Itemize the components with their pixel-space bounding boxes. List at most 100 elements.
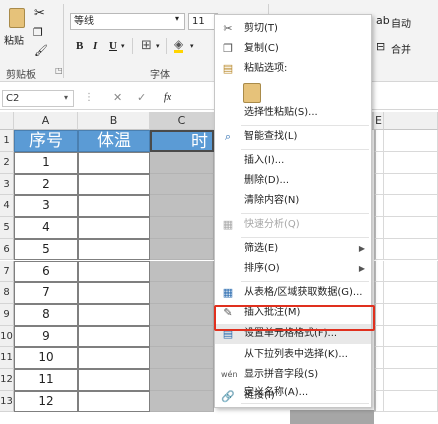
row-header-3[interactable]: 3 [0, 173, 14, 196]
paste-option-button[interactable] [243, 83, 261, 103]
seq-cell[interactable]: 3 [14, 195, 78, 218]
seq-cell[interactable]: 12 [14, 390, 78, 413]
seq-cell[interactable]: 8 [14, 303, 78, 326]
column-header-a[interactable]: A [14, 112, 78, 130]
temp-cell[interactable] [78, 260, 150, 283]
temp-cell[interactable] [78, 173, 150, 196]
row-header-10[interactable]: 10 [0, 325, 14, 348]
column-header-e[interactable]: E [374, 112, 384, 130]
row-header-8[interactable]: 8 [0, 282, 14, 304]
menu-item-cut[interactable]: ✂ 剪切(T) [215, 19, 371, 39]
bold-button[interactable]: B [76, 40, 83, 52]
menu-item-delete[interactable]: 删除(D)... [215, 171, 371, 191]
empty-cell[interactable] [374, 369, 384, 391]
insert-function-icon[interactable]: fx [164, 92, 171, 103]
empty-cell[interactable] [374, 130, 384, 152]
fill-dropdown-icon[interactable]: ▾ [190, 42, 194, 50]
time-cell-selected[interactable] [150, 282, 214, 304]
column-header-c[interactable]: C [150, 112, 214, 130]
row-header-12[interactable]: 12 [0, 369, 14, 391]
empty-cell[interactable] [374, 303, 384, 326]
scissors-icon[interactable]: ✂ [34, 6, 45, 21]
temp-cell[interactable] [78, 217, 150, 239]
temp-cell[interactable] [78, 282, 150, 304]
row-header-2[interactable]: 2 [0, 152, 14, 174]
empty-cell[interactable] [374, 282, 384, 304]
seq-cell[interactable]: 6 [14, 260, 78, 283]
empty-cell[interactable] [384, 217, 438, 239]
temp-cell[interactable] [78, 152, 150, 174]
menu-item-pick-from-list[interactable]: 从下拉列表中选择(K)... [215, 345, 371, 365]
temp-cell[interactable] [78, 238, 150, 261]
copy-icon[interactable]: ❐ [33, 26, 43, 39]
empty-cell[interactable] [384, 238, 438, 261]
menu-item-sort[interactable]: 排序(O) ▶ [215, 259, 371, 279]
seq-cell[interactable]: 1 [14, 152, 78, 174]
temp-cell[interactable] [78, 195, 150, 218]
empty-cell[interactable] [384, 325, 438, 348]
empty-cell[interactable] [384, 303, 438, 326]
temp-cell[interactable] [78, 347, 150, 369]
dialog-launcher-icon[interactable]: ◳ [55, 66, 63, 75]
seq-cell[interactable]: 9 [14, 325, 78, 348]
merge-icon[interactable]: ⊟ [376, 40, 385, 53]
menu-item-smart-lookup[interactable]: ⌕ 智能查找(L) [215, 127, 371, 147]
empty-cell[interactable] [374, 347, 384, 369]
seq-cell[interactable]: 5 [14, 238, 78, 261]
format-painter-icon[interactable]: 🖌 [34, 44, 48, 57]
italic-button[interactable]: I [93, 40, 97, 52]
row-header-6[interactable]: 6 [0, 238, 14, 261]
row-header-1[interactable]: 1 [0, 130, 14, 152]
menu-item-get-data[interactable]: ▦ 从表格/区域获取数据(G)... [215, 283, 371, 303]
chevron-down-icon[interactable]: ▾ [175, 14, 179, 23]
time-cell-selected[interactable] [150, 195, 214, 218]
enter-icon[interactable]: ✓ [137, 91, 146, 104]
empty-cell[interactable] [374, 325, 384, 348]
time-cell-selected[interactable] [150, 303, 214, 326]
autowrap-label[interactable]: 自动 [391, 15, 411, 30]
temp-cell[interactable] [78, 303, 150, 326]
wrap-text-icon[interactable]: ab [376, 14, 390, 27]
time-cell-selected[interactable] [150, 325, 214, 348]
row-header-5[interactable]: 5 [0, 217, 14, 239]
empty-cell[interactable] [374, 195, 384, 218]
empty-cell[interactable] [384, 130, 438, 152]
time-cell-selected[interactable] [150, 238, 214, 261]
seq-cell[interactable]: 2 [14, 173, 78, 196]
empty-cell[interactable] [384, 390, 438, 413]
column-header-b[interactable]: B [78, 112, 150, 130]
row-header-7[interactable]: 7 [0, 260, 14, 283]
menu-item-copy[interactable]: ❐ 复制(C) [215, 39, 371, 59]
seq-cell[interactable]: 10 [14, 347, 78, 369]
namebox-dropdown-icon[interactable]: ▾ [64, 93, 68, 102]
time-cell-selected[interactable] [150, 369, 214, 391]
time-cell-selected[interactable] [150, 217, 214, 239]
underline-dropdown-icon[interactable]: ▾ [121, 42, 125, 50]
empty-cell[interactable] [374, 152, 384, 174]
empty-cell[interactable] [374, 238, 384, 261]
row-header-11[interactable]: 11 [0, 347, 14, 369]
row-header-13[interactable]: 13 [0, 390, 14, 413]
empty-cell[interactable] [384, 282, 438, 304]
border-dropdown-icon[interactable]: ▾ [156, 42, 160, 50]
seq-cell[interactable]: 7 [14, 282, 78, 304]
font-name-select[interactable]: 等线 [70, 13, 185, 30]
empty-cell[interactable] [374, 260, 384, 283]
empty-cell[interactable] [384, 173, 438, 196]
header-cell-seq[interactable]: 序号 [14, 130, 78, 152]
empty-cell[interactable] [384, 369, 438, 391]
row-header-9[interactable]: 9 [0, 303, 14, 326]
menu-item-paste-special[interactable]: 选择性粘贴(S)... [215, 103, 371, 123]
row-header-4[interactable]: 4 [0, 195, 14, 218]
column-header-f[interactable] [384, 112, 438, 130]
time-cell-selected[interactable] [150, 347, 214, 369]
temp-cell[interactable] [78, 325, 150, 348]
empty-cell[interactable] [384, 152, 438, 174]
select-all-corner[interactable] [0, 112, 14, 130]
empty-cell[interactable] [374, 173, 384, 196]
empty-cell[interactable] [374, 390, 384, 413]
time-cell-selected[interactable] [150, 173, 214, 196]
seq-cell[interactable]: 11 [14, 369, 78, 391]
paste-button[interactable]: 粘贴 [4, 6, 30, 50]
menu-item-clear-contents[interactable]: 清除内容(N) [215, 191, 371, 211]
